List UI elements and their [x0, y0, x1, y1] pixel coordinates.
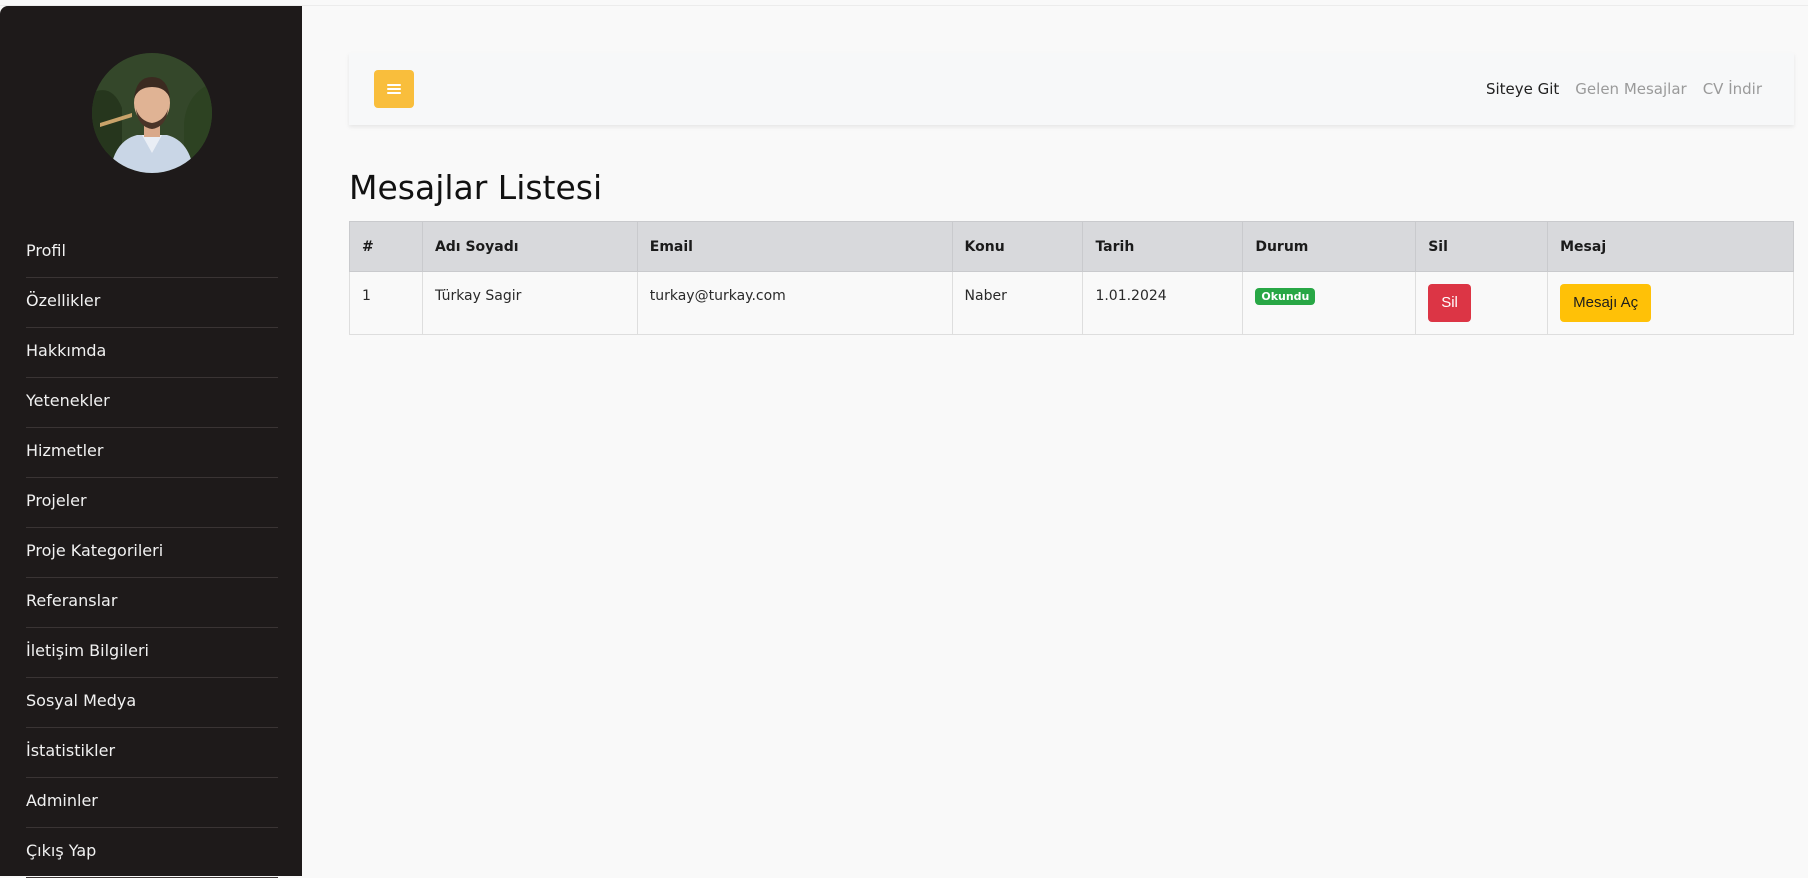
sidebar-item-label: Çıkış Yap: [26, 841, 97, 860]
top-nav-links: Siteye Git Gelen Mesajlar CV İndir: [1486, 53, 1762, 125]
gelen-mesajlar-link[interactable]: Gelen Mesajlar: [1575, 80, 1686, 98]
sidebar-item-label: İletişim Bilgileri: [26, 641, 149, 660]
sidebar-item-label: Yetenekler: [26, 391, 110, 410]
messages-table: # Adı Soyadı Email Konu Tarih Durum Sil …: [349, 221, 1794, 335]
cv-indir-link[interactable]: CV İndir: [1703, 80, 1762, 98]
column-header: Sil: [1415, 221, 1549, 272]
status-badge: Okundu: [1255, 288, 1316, 305]
row-open-cell: Mesajı Aç: [1547, 271, 1794, 335]
row-date: 1.01.2024: [1082, 271, 1244, 335]
siteye-git-link[interactable]: Siteye Git: [1486, 80, 1559, 98]
column-header: Email: [636, 221, 953, 272]
row-delete-cell: Sil: [1415, 271, 1549, 335]
sidebar-item-adminler[interactable]: Adminler: [26, 778, 278, 828]
avatar-image: [92, 53, 212, 173]
row-email: turkay@turkay.com: [636, 271, 953, 335]
column-header: Mesaj: [1547, 221, 1794, 272]
page-title: Mesajlar Listesi: [349, 168, 603, 207]
sidebar-item-label: Özellikler: [26, 291, 101, 310]
column-header: Tarih: [1082, 221, 1244, 272]
sidebar-item-ozellikler[interactable]: Özellikler: [26, 278, 278, 328]
delete-button[interactable]: Sil: [1428, 284, 1471, 322]
sidebar: Profil Özellikler Hakkımda Yetenekler Hi…: [0, 6, 302, 878]
column-header: #: [349, 221, 423, 272]
hamburger-menu-icon: [387, 84, 401, 94]
row-index: 1: [349, 271, 423, 335]
sidebar-item-iletisim-bilgileri[interactable]: İletişim Bilgileri: [26, 628, 278, 678]
row-subject: Naber: [951, 271, 1084, 335]
sidebar-item-yetenekler[interactable]: Yetenekler: [26, 378, 278, 428]
sidebar-item-proje-kategorileri[interactable]: Proje Kategorileri: [26, 528, 278, 578]
avatar: [92, 53, 212, 173]
sidebar-item-label: Hakkımda: [26, 341, 107, 360]
sidebar-item-profil[interactable]: Profil: [26, 228, 278, 278]
sidebar-item-label: Adminler: [26, 791, 98, 810]
row-name: Türkay Sagir: [421, 271, 638, 335]
column-header: Durum: [1242, 221, 1417, 272]
sidebar-item-label: Proje Kategorileri: [26, 541, 164, 560]
sidebar-item-sosyal-medya[interactable]: Sosyal Medya: [26, 678, 278, 728]
sidebar-item-projeler[interactable]: Projeler: [26, 478, 278, 528]
sidebar-item-label: Referanslar: [26, 591, 118, 610]
table-row: 1 Türkay Sagir turkay@turkay.com Naber 1…: [349, 271, 1794, 335]
sidebar-item-label: Projeler: [26, 491, 87, 510]
page: Profil Özellikler Hakkımda Yetenekler Hi…: [0, 0, 1808, 878]
sidebar-toggle-button[interactable]: [374, 70, 414, 108]
row-status-cell: Okundu: [1242, 271, 1417, 335]
column-header: Konu: [951, 221, 1084, 272]
sidebar-item-hakkimda[interactable]: Hakkımda: [26, 328, 278, 378]
sidebar-item-label: Hizmetler: [26, 441, 104, 460]
column-header: Adı Soyadı: [421, 221, 638, 272]
sidebar-item-label: Profil: [26, 241, 66, 260]
open-message-button[interactable]: Mesajı Aç: [1560, 284, 1652, 322]
sidebar-item-cikis-yap[interactable]: Çıkış Yap: [26, 828, 278, 878]
sidebar-nav: Profil Özellikler Hakkımda Yetenekler Hi…: [26, 228, 278, 878]
sidebar-item-label: İstatistikler: [26, 741, 116, 760]
sidebar-item-label: Sosyal Medya: [26, 691, 137, 710]
top-navbar: Siteye Git Gelen Mesajlar CV İndir: [349, 53, 1794, 125]
sidebar-item-referanslar[interactable]: Referanslar: [26, 578, 278, 628]
sidebar-item-istatistikler[interactable]: İstatistikler: [26, 728, 278, 778]
sidebar-item-hizmetler[interactable]: Hizmetler: [26, 428, 278, 478]
table-header-row: # Adı Soyadı Email Konu Tarih Durum Sil …: [349, 221, 1794, 272]
